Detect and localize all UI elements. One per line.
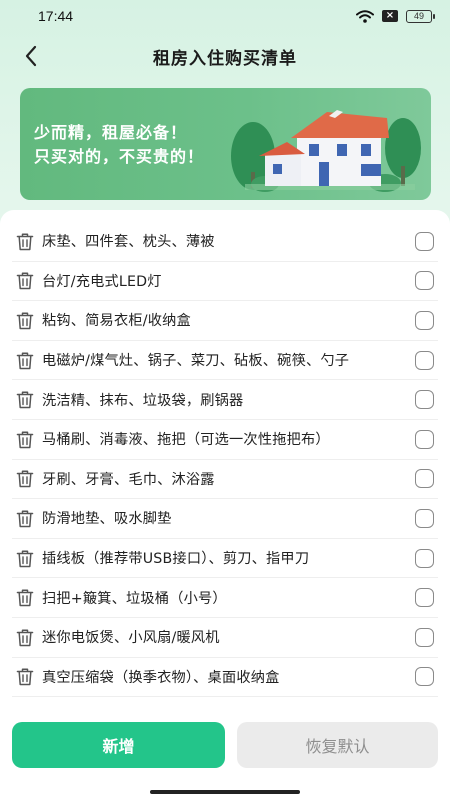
delete-item-button[interactable] [14, 626, 36, 648]
list-item: 真空压缩袋（换季衣物）、桌面收纳盒 [12, 658, 438, 698]
banner-line-2: 只买对的，不买贵的！ [34, 147, 205, 166]
chevron-left-icon [25, 45, 37, 67]
item-label: 马桶刷、消毒液、拖把（可选一次性拖把布） [42, 432, 330, 449]
status-time: 17:44 [38, 8, 74, 24]
restore-default-button[interactable]: 恢复默认 [237, 722, 438, 768]
trash-icon [16, 312, 34, 330]
item-label: 电磁炉/煤气灶、锅子、菜刀、砧板、碗筷、勺子 [42, 353, 350, 370]
item-label: 洗洁精、抹布、垃圾袋，刷锅器 [42, 392, 244, 409]
list-item: 洗洁精、抹布、垃圾袋，刷锅器 [12, 380, 438, 420]
item-checkbox[interactable] [415, 588, 434, 608]
trash-icon [16, 391, 34, 409]
item-label: 牙刷、牙膏、毛巾、沐浴露 [42, 471, 215, 488]
item-checkbox[interactable] [415, 310, 434, 330]
trash-icon [16, 629, 34, 647]
delete-item-button[interactable] [14, 230, 36, 252]
item-label: 防滑地垫、吸水脚垫 [42, 511, 172, 528]
item-label: 迷你电饭煲、小风扇/暖风机 [42, 630, 220, 647]
item-checkbox[interactable] [415, 508, 434, 528]
battery-icon: 49 [406, 9, 435, 23]
trash-icon [16, 668, 34, 686]
list-item: 防滑地垫、吸水脚垫 [12, 499, 438, 539]
item-checkbox[interactable] [415, 627, 434, 647]
delete-item-button[interactable] [14, 666, 36, 688]
house-illustration [231, 110, 421, 192]
delete-item-button[interactable] [14, 468, 36, 490]
delete-item-button[interactable] [14, 270, 36, 292]
app-header: 租房入住购买清单 [0, 36, 450, 76]
list-item: 电磁炉/煤气灶、锅子、菜刀、砧板、碗筷、勺子 [12, 341, 438, 381]
trash-icon [16, 431, 34, 449]
banner-text: 少而精，租屋必备！ 只买对的，不买贵的！ [34, 121, 204, 169]
trash-icon [16, 272, 34, 290]
item-label: 插线板（推荐带USB接口）、剪刀、指甲刀 [42, 551, 310, 568]
status-icons: × 49 [356, 9, 435, 23]
item-label: 台灯/充电式LED灯 [42, 273, 162, 290]
trash-icon [16, 589, 34, 607]
x-notification-icon: × [382, 10, 398, 22]
wifi-icon [356, 9, 374, 23]
trash-icon [16, 352, 34, 369]
list-item: 迷你电饭煲、小风扇/暖风机 [12, 618, 438, 658]
bottom-action-bar: 新增 恢复默认 [0, 704, 450, 800]
banner-line-1: 少而精，租屋必备！ [34, 123, 188, 142]
item-label: 真空压缩袋（换季衣物）、桌面收纳盒 [42, 669, 280, 686]
home-indicator [150, 790, 300, 794]
item-checkbox[interactable] [415, 271, 434, 291]
item-label: 粘钩、简易衣柜/收纳盒 [42, 313, 191, 330]
list-item: 马桶刷、消毒液、拖把（可选一次性拖把布） [12, 420, 438, 460]
list-item: 牙刷、牙膏、毛巾、沐浴露 [12, 460, 438, 500]
checklist: 床垫、四件套、枕头、薄被 台灯/充电式LED灯粘钩、简易衣柜/收纳盒电磁炉/煤气灶… [0, 210, 450, 704]
item-label: 床垫、四件套、枕头、薄被 [42, 234, 215, 251]
delete-item-button[interactable] [14, 349, 36, 371]
list-item: 粘钩、简易衣柜/收纳盒 [12, 301, 438, 341]
list-item: 台灯/充电式LED灯 [12, 262, 438, 302]
promo-banner: 少而精，租屋必备！ 只买对的，不买贵的！ [20, 88, 431, 200]
item-checkbox[interactable] [415, 390, 434, 410]
item-label: 扫把+簸箕、垃圾桶（小号） [42, 590, 227, 607]
list-item: 床垫、四件套、枕头、薄被 [12, 222, 438, 262]
trash-icon [16, 470, 34, 488]
delete-item-button[interactable] [14, 587, 36, 609]
list-item: 插线板（推荐带USB接口）、剪刀、指甲刀 [12, 539, 438, 579]
status-bar: 17:44 × 49 [0, 0, 450, 32]
back-button[interactable] [14, 38, 48, 74]
delete-item-button[interactable] [14, 389, 36, 411]
add-button[interactable]: 新增 [12, 722, 225, 768]
trash-icon [16, 550, 34, 567]
item-checkbox[interactable] [415, 350, 434, 370]
page-title: 租房入住购买清单 [153, 48, 297, 69]
list-item: 扫把+簸箕、垃圾桶（小号） [12, 578, 438, 618]
item-checkbox[interactable] [415, 667, 434, 687]
item-checkbox[interactable] [415, 231, 434, 251]
delete-item-button[interactable] [14, 507, 36, 529]
delete-item-button[interactable] [14, 309, 36, 331]
trash-icon [16, 510, 34, 528]
delete-item-button[interactable] [14, 428, 36, 450]
item-checkbox[interactable] [415, 429, 434, 449]
item-checkbox[interactable] [415, 548, 434, 568]
delete-item-button[interactable] [14, 547, 36, 569]
trash-icon [16, 233, 34, 251]
item-checkbox[interactable] [415, 469, 434, 489]
